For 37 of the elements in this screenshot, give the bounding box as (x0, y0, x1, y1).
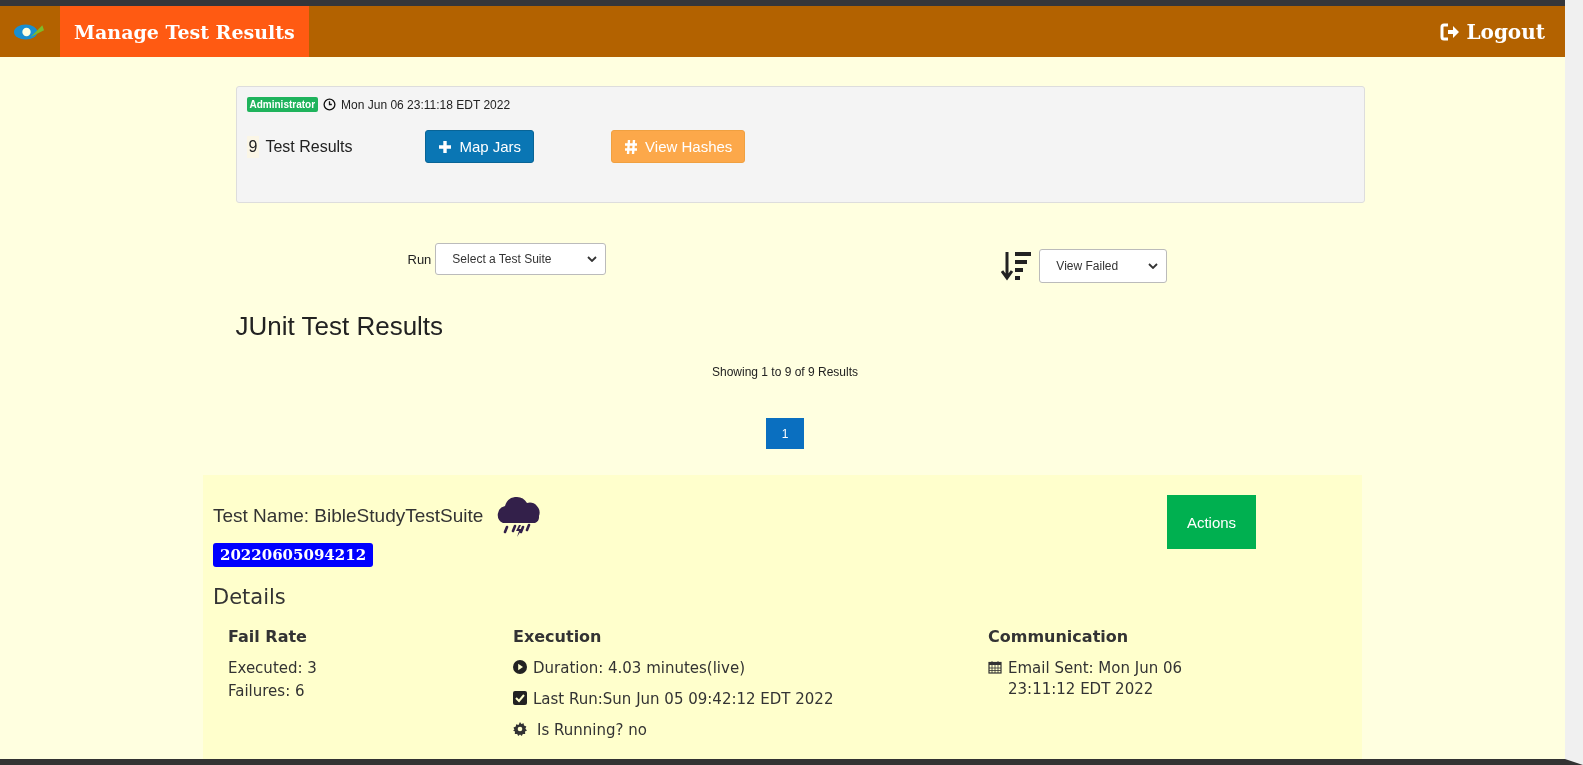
result-count: 9 (246, 135, 260, 158)
detail-text: Is Running? no (537, 720, 647, 741)
chevron-down-icon (1148, 263, 1159, 269)
column-title: Fail Rate (228, 627, 308, 646)
gear-icon (513, 722, 527, 736)
logout-icon (1440, 22, 1461, 41)
hash-icon (624, 138, 639, 155)
page-heading: JUnit Test Results (235, 311, 445, 342)
chevron-down-icon (587, 256, 598, 262)
timestamp: Mon Jun 06 23:11:18 EDT 2022 (341, 97, 511, 112)
result-count-label: Test Results (265, 137, 354, 156)
results-summary: Showing 1 to 9 of 9 Results (710, 365, 860, 379)
map-jars-button[interactable]: Map Jars (425, 130, 535, 163)
test-suite-dropdown[interactable]: Select a Test Suite (435, 243, 607, 275)
detail-text: Executed: 3 (228, 658, 317, 679)
page-button[interactable]: 1 (766, 418, 804, 449)
detail-text: Email Sent: Mon Jun 06 23:11:12 EDT 2022 (1008, 658, 1184, 700)
checkbox-icon (513, 691, 527, 705)
filter-dropdown[interactable]: View Failed (1039, 249, 1168, 283)
run-id-badge: 20220605094212 (213, 543, 374, 567)
app-title[interactable]: Manage Test Results (60, 6, 309, 57)
details-heading: Details (213, 585, 287, 609)
detail-text: Last Run:Sun Jun 05 09:42:12 EDT 2022 (533, 689, 834, 710)
column-title: Communication (988, 627, 1130, 646)
role-badge: Administrator (246, 97, 319, 112)
test-name: Test Name: BibleStudyTestSuite (213, 505, 484, 527)
detail-text: Duration: 4.03 minutes(live) (533, 658, 745, 679)
calendar-icon (988, 660, 1002, 674)
plus-icon (438, 139, 453, 154)
actions-button[interactable]: Actions (1167, 495, 1256, 549)
play-icon (513, 660, 527, 674)
sort-icon (1001, 250, 1032, 282)
column-title: Execution (513, 627, 603, 646)
logout-link[interactable]: Logout (1440, 6, 1565, 57)
clock-icon (323, 98, 337, 111)
run-label: Run (407, 251, 432, 267)
detail-text: Failures: 6 (228, 681, 305, 702)
